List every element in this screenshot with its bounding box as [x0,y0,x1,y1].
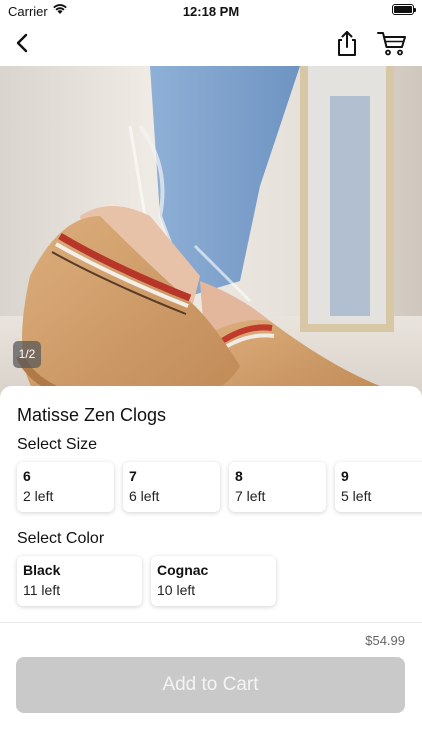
size-option-7[interactable]: 7 6 left [123,462,220,512]
color-options: Black 11 left Cognac 10 left [17,556,276,606]
navigation-bar [0,22,422,66]
size-option-6[interactable]: 6 2 left [17,462,114,512]
share-button[interactable] [332,28,362,58]
size-value: 9 [341,468,349,484]
cart-icon [377,32,406,56]
size-value: 6 [23,468,31,484]
purchase-footer: $54.99 Add to Cart [0,622,422,750]
stock-count: 7 left [235,488,266,504]
product-price: $54.99 [365,633,405,648]
color-value: Cognac [157,562,209,578]
chevron-left-icon [16,33,28,53]
status-bar: Carrier 12:18 PM [0,0,422,22]
add-to-cart-button[interactable]: Add to Cart [16,657,405,713]
product-photo [0,66,422,400]
color-option-cognac[interactable]: Cognac 10 left [151,556,276,606]
size-value: 8 [235,468,243,484]
size-options: 6 2 left 7 6 left 8 7 left 9 5 left [17,462,422,512]
color-value: Black [23,562,61,578]
size-value: 7 [129,468,137,484]
stock-count: 11 left [23,582,61,598]
size-option-8[interactable]: 8 7 left [229,462,326,512]
color-option-black[interactable]: Black 11 left [17,556,142,606]
size-option-9[interactable]: 9 5 left [335,462,422,512]
stock-count: 2 left [23,488,54,504]
cart-button[interactable] [376,28,408,58]
share-icon [338,31,356,56]
clock: 12:18 PM [182,4,240,19]
stock-count: 5 left [341,488,372,504]
battery-icon [392,4,416,15]
gallery-page-indicator: 1/2 [13,341,41,368]
back-button[interactable] [8,28,38,58]
stock-count: 6 left [129,488,160,504]
select-size-heading: Select Size [17,436,98,453]
product-image-gallery[interactable]: 1/2 [0,66,422,400]
stock-count: 10 left [157,582,196,598]
select-color-heading: Select Color [17,530,105,547]
product-title: Matisse Zen Clogs [17,405,167,425]
product-details-sheet: Matisse Zen Clogs Select Size 6 2 left 7… [0,386,422,626]
